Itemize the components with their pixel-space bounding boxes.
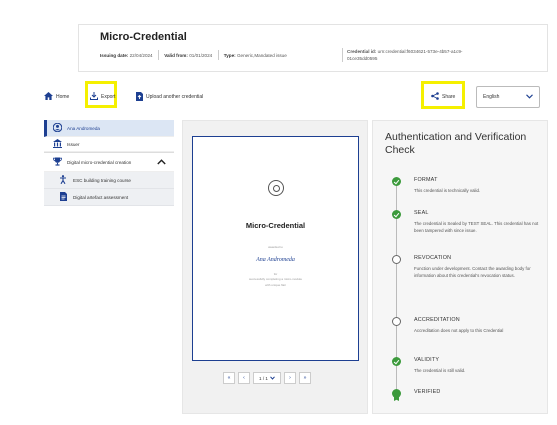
credential-id-label: Credential id: [347, 49, 377, 54]
document-recipient-name: Ana Andromeda [256, 257, 295, 263]
page-navigator: « ‹ 1 / 1 › » [223, 371, 311, 385]
language-value: English [483, 94, 500, 100]
share-button[interactable]: Share [431, 90, 455, 104]
check-title: VALIDITY [414, 357, 440, 363]
export-label: Export [101, 94, 116, 100]
valid-from-label: Valid from: [164, 53, 188, 58]
chevron-up-icon[interactable] [157, 157, 166, 167]
sidebar-item-achievement[interactable]: Digital micro-credential creation [44, 152, 174, 172]
home-link[interactable]: Home [44, 90, 69, 104]
document-text-line: for [273, 272, 278, 276]
credential-viewer: Micro-Credential awarded to Ana Andromed… [182, 120, 368, 414]
home-label: Home [56, 94, 70, 100]
verified-badge-icon [392, 389, 401, 398]
sidebar-subitems: ESC building training course Digital art… [44, 172, 174, 206]
document-awarded-text: awarded to [268, 245, 283, 249]
issuing-date-value: 22/04/2024 [129, 53, 153, 58]
activity-icon [58, 174, 68, 186]
verification-panel: Authentication and Verification Check FO… [372, 120, 548, 414]
trophy-icon [52, 157, 62, 168]
check-description: The credential is Sealed by TEST SEAL. T… [414, 221, 539, 234]
sidebar-item-label: Issuer [67, 141, 80, 147]
credential-header: Micro-Credential Issuing date: 22/04/202… [78, 24, 548, 72]
upload-label: Upload another credential [146, 94, 204, 100]
sidebar-item-assessment[interactable]: Digital artefact assessment [44, 189, 174, 206]
issuing-date-label: Issuing date: [100, 53, 129, 58]
credential-document-preview[interactable]: Micro-Credential awarded to Ana Andromed… [192, 136, 359, 361]
document-title: Micro-Credential [245, 221, 306, 230]
sidebar-item-label: Digital micro-credential creation [67, 159, 132, 165]
sidebar-item-label: Digital artefact assessment [73, 194, 129, 200]
divider [217, 50, 219, 60]
sidebar-item-label: ESC building training course [73, 177, 131, 183]
check-passed-icon [392, 177, 401, 186]
check-title: VERIFIED [414, 389, 441, 395]
type-value: Generic,Mandated issue [236, 53, 287, 58]
page-select[interactable]: 1 / 1 [253, 372, 281, 384]
share-label: Share [442, 94, 456, 100]
chevron-down-icon [526, 93, 533, 101]
check-passed-icon [392, 357, 401, 366]
institution-icon [52, 138, 62, 150]
first-page-button[interactable]: « [223, 372, 235, 384]
chevron-down-icon [270, 375, 275, 381]
valid-from-value: 01/01/2024 [189, 53, 213, 58]
verification-title: Authentication and Verification Check [385, 131, 527, 156]
upload-credential-button[interactable]: Upload another credential [136, 90, 203, 104]
sidebar-item-label: Ana Andromeda [67, 125, 100, 131]
divider [157, 50, 159, 60]
check-title: SEAL [414, 210, 429, 216]
check-description: Accreditation does not apply to this Cre… [414, 328, 504, 333]
page-indicator: 1 / 1 [259, 375, 268, 381]
toolbar: Home Export Upload another credential Sh… [44, 81, 548, 109]
check-title: FORMAT [414, 177, 438, 183]
check-description: The credential is still valid. [414, 368, 466, 373]
sidebar-item-owner[interactable]: Ana Andromeda [44, 120, 174, 137]
check-pending-icon [392, 317, 401, 326]
page-title: Micro-Credential [100, 31, 187, 43]
share-icon [431, 92, 439, 102]
type-label: Type: [223, 53, 236, 58]
home-icon [44, 92, 53, 102]
sidebar-item-issuer[interactable]: Issuer [44, 137, 174, 152]
check-passed-icon [392, 210, 401, 219]
check-description: Function under development. Contact the … [414, 266, 531, 279]
credential-sidebar: Ana Andromeda Issuer Digital micro-crede… [44, 120, 174, 206]
credential-meta: Issuing date: 22/04/2024 Valid from: 01/… [100, 50, 287, 60]
document-text-line: successfully completing a micro-module [248, 277, 303, 281]
export-button[interactable]: Export [90, 90, 115, 104]
prev-page-button[interactable]: ‹ [238, 372, 250, 384]
language-select[interactable]: English [476, 86, 540, 108]
last-page-button[interactable]: » [299, 372, 311, 384]
check-description: This credential is technically valid. [414, 188, 481, 193]
sidebar-item-activity[interactable]: ESC building training course [44, 172, 174, 189]
check-title: ACCREDITATION [414, 317, 460, 323]
person-icon [52, 122, 62, 134]
next-page-button[interactable]: › [284, 372, 296, 384]
check-pending-icon [392, 255, 401, 264]
export-icon [90, 92, 98, 102]
upload-icon [136, 91, 143, 103]
credential-id: Credential id: urn:credential:f6034621-5… [342, 48, 482, 62]
document-icon [58, 191, 68, 203]
check-title: REVOCATION [414, 255, 452, 261]
seal-emblem-icon [268, 180, 284, 196]
document-text-line: with unique flair [265, 283, 286, 287]
